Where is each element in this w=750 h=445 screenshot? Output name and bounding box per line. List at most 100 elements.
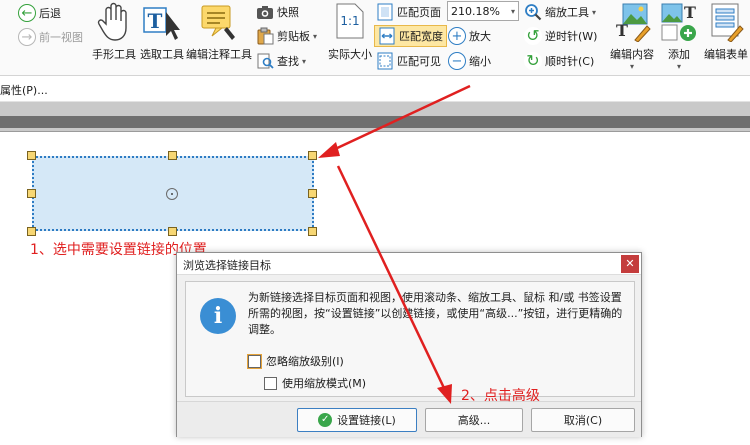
edit-form-icon <box>711 3 744 42</box>
zoom-out-label: 缩小 <box>469 55 491 68</box>
zoom-in-icon: + <box>448 27 466 45</box>
page-separator <box>0 116 750 128</box>
edit-annotation-tool-label: 编辑注释工具 <box>186 48 252 61</box>
find-icon <box>257 53 274 69</box>
zoom-tool-dropdown-icon: ▾ <box>592 7 597 17</box>
prev-view-button[interactable]: → 前一视图 <box>18 26 83 48</box>
ignore-zoom-label: 忽略缩放级别(I) <box>266 355 344 368</box>
cancel-button[interactable]: 取消(C) <box>531 408 635 432</box>
dialog-footer: ✓ 设置链接(L) 高级... 取消(C) <box>177 401 641 437</box>
center-marker-icon <box>166 188 178 200</box>
dialog-message-panel: i 为新链接选择目标页面和视图，使用滚动条、缩放工具、鼠标 和/或 书签设置所需… <box>185 281 635 397</box>
clipboard-label: 剪贴板 <box>277 30 310 43</box>
fit-width-icon <box>379 27 395 45</box>
edit-content-dropdown-icon: ▾ <box>629 62 634 71</box>
dialog-title: 浏览选择链接目标 <box>183 259 271 272</box>
edit-form-label: 编辑表单 <box>704 48 748 61</box>
advanced-button[interactable]: 高级... <box>425 408 523 432</box>
edit-annotation-tool-button[interactable]: 编辑注释工具 <box>186 2 252 70</box>
svg-text:T: T <box>616 21 628 40</box>
zoom-out-icon: − <box>448 52 466 70</box>
ribbon-toolbar: ← 后退 → 前一视图 手形工具 T 选取工具 编辑注释工具 快照 剪贴板 ▾ … <box>0 0 750 76</box>
fit-page-button[interactable]: 匹配页面 <box>376 1 441 23</box>
edit-content-button[interactable]: T 编辑内容 ▾ <box>604 2 660 74</box>
info-icon: i <box>200 298 236 334</box>
add-icon: T <box>661 3 696 41</box>
edit-content-icon: T <box>616 3 651 42</box>
zoom-in-label: 放大 <box>469 30 491 43</box>
edit-form-button[interactable]: 编辑表单 <box>702 2 750 74</box>
snapshot-label: 快照 <box>277 6 299 19</box>
clipboard-dropdown-icon: ▾ <box>313 31 318 41</box>
select-tool-label: 选取工具 <box>140 48 184 61</box>
find-button[interactable]: 查找 ▾ <box>256 50 306 72</box>
use-zoom-mode-checkbox[interactable]: 使用缩放模式(M) <box>264 375 366 391</box>
svg-text:T: T <box>148 9 163 33</box>
svg-text:T: T <box>684 3 696 22</box>
zoom-in-button[interactable]: + 放大 <box>448 25 491 47</box>
select-tool-button[interactable]: T 选取工具 <box>138 2 186 70</box>
actual-size-button[interactable]: 1:1 实际大小 <box>326 2 374 70</box>
rotate-ccw-label: 逆时针(W) <box>545 30 598 43</box>
snapshot-button[interactable]: 快照 <box>256 1 299 23</box>
browse-link-target-dialog: 浏览选择链接目标 ✕ i 为新链接选择目标页面和视图，使用滚动条、缩放工具、鼠标… <box>176 252 642 437</box>
ignore-zoom-checkbox-box[interactable] <box>247 353 262 369</box>
edit-content-label: 编辑内容 <box>610 48 654 61</box>
hand-tool-button[interactable]: 手形工具 <box>90 2 138 70</box>
zoom-value: 210.18% <box>451 4 500 18</box>
zoom-dropdown-icon: ▾ <box>510 6 515 16</box>
dialog-message: 为新链接选择目标页面和视图，使用滚动条、缩放工具、鼠标 和/或 书签设置所需的视… <box>248 291 623 336</box>
resize-handle-top-center[interactable] <box>168 151 177 160</box>
actual-size-icon-text: 1:1 <box>340 14 360 28</box>
add-label: 添加 <box>668 48 690 61</box>
zoom-tool-button[interactable]: 缩放工具 ▾ <box>524 1 596 23</box>
back-button[interactable]: ← 后退 <box>18 2 61 24</box>
close-icon[interactable]: ✕ <box>621 255 639 273</box>
rotate-cw-button[interactable]: ↻ 顺时针(C) <box>524 50 594 72</box>
use-zoom-mode-checkbox-box[interactable] <box>264 376 277 390</box>
set-link-label: 设置链接(L) <box>337 414 396 427</box>
find-dropdown-icon: ▾ <box>302 56 307 66</box>
prev-view-icon: → <box>18 28 36 46</box>
fit-page-icon <box>377 3 393 21</box>
cancel-label: 取消(C) <box>563 414 603 427</box>
fit-page-label: 匹配页面 <box>397 6 441 19</box>
set-link-button[interactable]: ✓ 设置链接(L) <box>297 408 417 432</box>
annotation-icon <box>201 5 235 40</box>
resize-handle-top-left[interactable] <box>27 151 36 160</box>
fit-visible-button[interactable]: 匹配可见 <box>376 50 441 72</box>
rotate-cw-label: 顺时针(C) <box>545 55 595 68</box>
hand-icon <box>97 2 127 41</box>
actual-size-label: 实际大小 <box>328 48 372 61</box>
dialog-titlebar[interactable]: 浏览选择链接目标 ✕ <box>177 253 641 275</box>
zoom-combo[interactable]: 210.18% ▾ <box>447 1 519 21</box>
hand-tool-label: 手形工具 <box>92 48 136 61</box>
back-label: 后退 <box>39 7 61 20</box>
add-dropdown-icon: ▾ <box>676 62 681 71</box>
properties-button[interactable]: 属性(P)... <box>0 82 48 98</box>
resize-handle-bottom-left[interactable] <box>27 227 36 236</box>
fit-width-button[interactable]: 匹配宽度 <box>374 25 447 47</box>
rotate-ccw-button[interactable]: ↺ 逆时针(W) <box>524 25 597 47</box>
rotate-cw-icon: ↻ <box>524 52 542 70</box>
clipboard-button[interactable]: 剪贴板 ▾ <box>256 25 317 47</box>
properties-bar: 属性(P)... <box>0 76 750 102</box>
annotation-step2: 2、点击高级 <box>461 388 540 404</box>
magnifier-icon <box>525 4 542 21</box>
rotate-ccw-icon: ↺ <box>524 27 542 45</box>
advanced-label: 高级... <box>457 414 491 427</box>
add-button[interactable]: T 添加 ▾ <box>660 2 698 74</box>
resize-handle-top-right[interactable] <box>308 151 317 160</box>
prev-view-label: 前一视图 <box>39 31 83 44</box>
fit-width-label: 匹配宽度 <box>399 30 443 43</box>
checkmark-icon: ✓ <box>318 413 333 427</box>
use-zoom-mode-label: 使用缩放模式(M) <box>282 377 367 390</box>
ignore-zoom-checkbox[interactable]: 忽略缩放级别(I) <box>247 353 344 369</box>
resize-handle-bottom-right[interactable] <box>308 227 317 236</box>
resize-handle-middle-left[interactable] <box>27 189 36 198</box>
resize-handle-middle-right[interactable] <box>308 189 317 198</box>
back-arrow-icon: ← <box>18 4 36 22</box>
zoom-out-button[interactable]: − 缩小 <box>448 50 491 72</box>
resize-handle-bottom-center[interactable] <box>168 227 177 236</box>
zoom-tool-label: 缩放工具 <box>545 6 589 19</box>
